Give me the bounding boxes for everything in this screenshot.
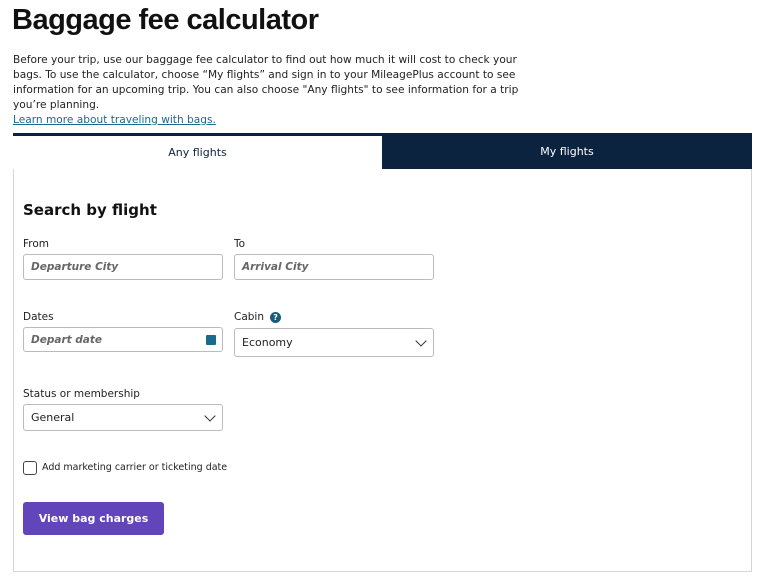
calendar-icon[interactable] [206, 335, 216, 345]
checkbox-label[interactable]: Add marketing carrier or ticketing date [42, 462, 227, 473]
tab-any-flights[interactable]: Any flights [13, 133, 382, 169]
cabin-value: Economy [242, 336, 293, 349]
status-value: General [31, 411, 75, 424]
chevron-down-icon [204, 409, 216, 422]
dates-label: Dates [23, 311, 54, 323]
to-label: To [234, 238, 246, 250]
tab-my-flights[interactable]: My flights [382, 133, 752, 169]
marketing-carrier-checkbox[interactable] [23, 461, 37, 475]
search-heading: Search by flight [23, 201, 157, 219]
from-input[interactable]: Departure City [23, 254, 223, 280]
view-bag-charges-button[interactable]: View bag charges [23, 502, 164, 535]
chevron-down-icon [415, 334, 427, 347]
page-title: Baggage fee calculator [12, 4, 319, 36]
learn-more-link[interactable]: Learn more about traveling with bags. [13, 113, 523, 128]
cabin-label-row: Cabin? [234, 311, 282, 323]
cabin-label: Cabin [234, 311, 265, 323]
cabin-select[interactable]: Economy [234, 328, 434, 357]
depart-date-input[interactable]: Depart date [23, 327, 223, 352]
intro-paragraph: Before your trip, use our baggage fee ca… [13, 54, 519, 111]
status-label: Status or membership [23, 388, 140, 400]
help-icon[interactable]: ? [270, 311, 282, 323]
from-label: From [23, 238, 50, 250]
depart-date-placeholder: Depart date [31, 333, 103, 346]
to-input[interactable]: Arrival City [234, 254, 434, 280]
status-select[interactable]: General [23, 404, 223, 431]
intro-text: Before your trip, use our baggage fee ca… [13, 53, 523, 128]
